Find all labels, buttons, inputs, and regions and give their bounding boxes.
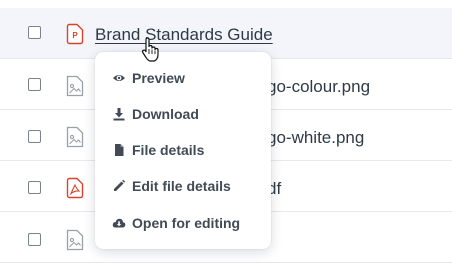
menu-item-open-for-editing[interactable]: Open for editing <box>95 206 271 240</box>
menu-item-preview[interactable]: Preview <box>95 61 271 95</box>
menu-item-download[interactable]: Download <box>95 97 271 131</box>
menu-item-label: Preview <box>132 70 185 86</box>
pdf-file-icon: P <box>66 23 84 45</box>
image-file-icon <box>66 229 84 251</box>
pdf-file-icon <box>66 177 84 199</box>
cloud-download-icon <box>112 216 126 230</box>
row-checkbox[interactable] <box>28 233 41 246</box>
row-checkbox[interactable] <box>28 26 41 39</box>
menu-item-label: Open for editing <box>132 215 241 231</box>
image-file-icon <box>66 126 84 148</box>
menu-item-file-details[interactable]: File details <box>95 133 271 167</box>
image-file-icon <box>66 75 84 97</box>
eye-icon <box>112 71 126 85</box>
menu-item-label: Edit file details <box>132 178 231 194</box>
row-checkbox[interactable] <box>28 78 41 91</box>
download-icon <box>112 107 126 121</box>
pencil-icon <box>112 179 126 193</box>
row-checkbox[interactable] <box>28 130 41 143</box>
file-icon <box>112 143 126 157</box>
menu-item-label: File details <box>132 142 205 158</box>
svg-text:P: P <box>72 31 78 40</box>
menu-item-edit-file-details[interactable]: Edit file details <box>95 169 271 203</box>
file-context-menu: Preview Download File details Edit file … <box>95 52 271 249</box>
file-name-link[interactable]: go-white.png <box>267 128 364 148</box>
file-name-link[interactable]: Brand Standards Guide <box>95 25 273 45</box>
file-name-link[interactable]: go-colour.png <box>267 77 370 97</box>
menu-item-label: Download <box>132 106 199 122</box>
row-checkbox[interactable] <box>28 181 41 194</box>
hand-pointer-cursor <box>140 37 160 63</box>
